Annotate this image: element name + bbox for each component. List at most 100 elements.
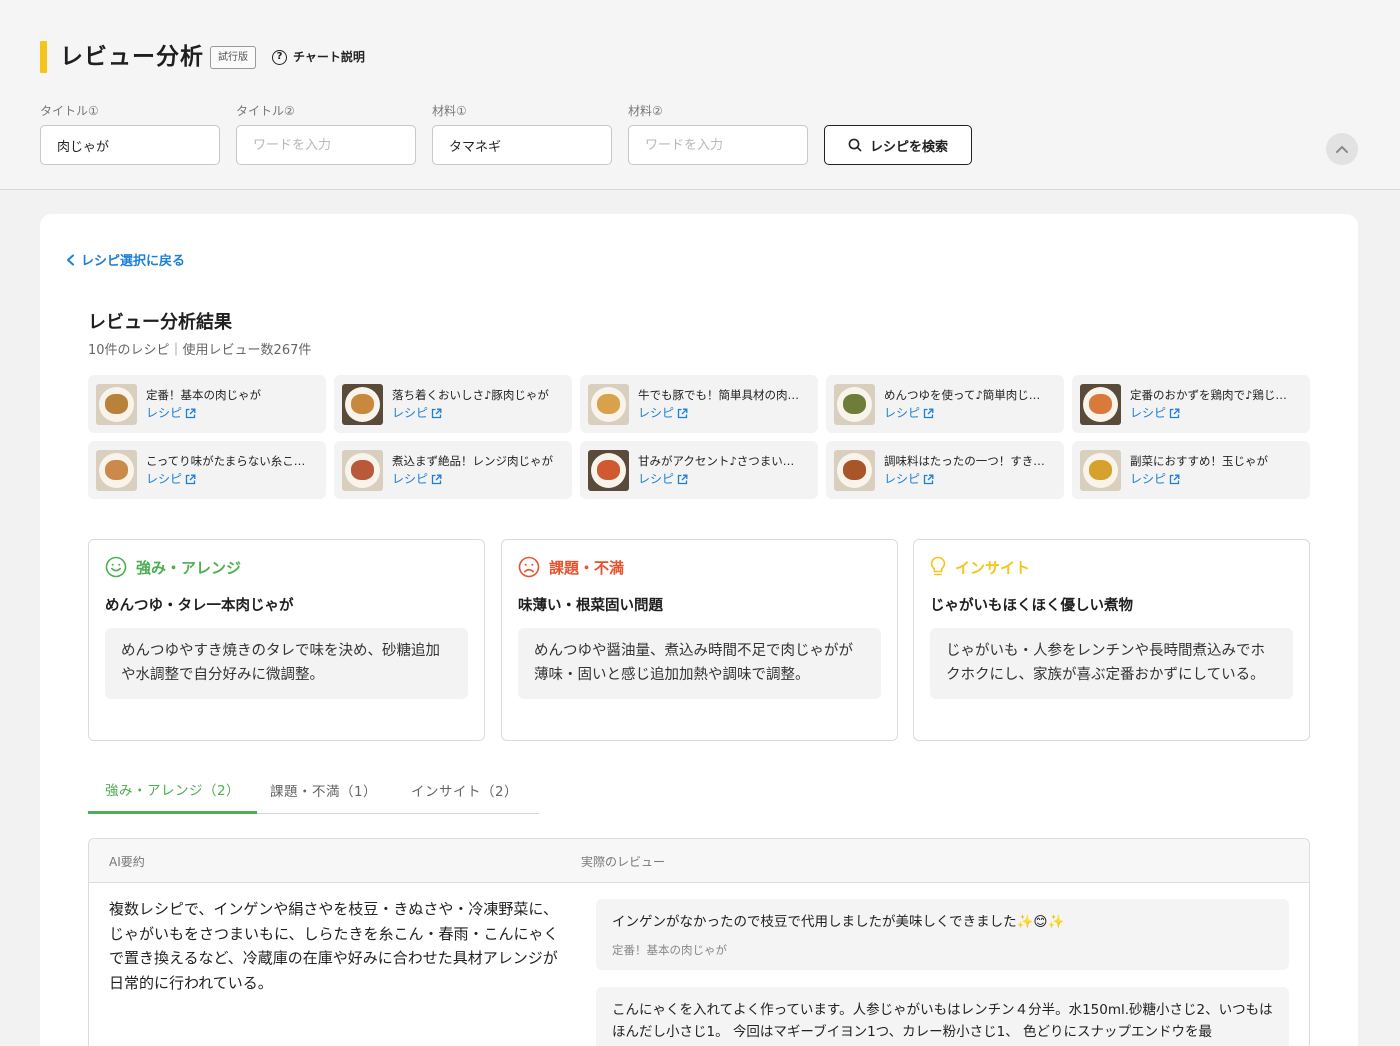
recipe-thumbnail bbox=[342, 383, 383, 425]
recipe-thumbnail bbox=[1080, 383, 1121, 425]
recipe-link-label: レシピ bbox=[884, 405, 921, 420]
recipe-name: 調味料はたったの一つ！すき… bbox=[884, 453, 1045, 468]
insight-title: じゃがいもほくほく優しい煮物 bbox=[930, 598, 1133, 614]
strength-heading: 強み・アレンジ bbox=[105, 556, 241, 578]
external-link-icon bbox=[1169, 474, 1180, 484]
recipe-thumbnail bbox=[834, 383, 875, 425]
page-title: レビュー分析 bbox=[60, 44, 204, 70]
issue-title: 味薄い・根菜固い問題 bbox=[518, 598, 663, 614]
recipe-card: 定番のおかずを鶏肉で♪鶏じ… レシピ bbox=[1072, 375, 1310, 433]
recipe-text: 甘みがアクセント♪さつまい… レシピ bbox=[638, 453, 810, 488]
external-link-icon bbox=[185, 474, 196, 484]
recipe-text: こってり味がたまらない糸こ… レシピ bbox=[146, 453, 318, 488]
recipe-grid: 定番！基本の肉じゃが レシピ 落ち着くおいしさ♪豚肉じゃが レシピ 牛でも豚でも！簡単具… bbox=[88, 375, 1310, 499]
recipe-link[interactable]: レシピ bbox=[1130, 471, 1302, 488]
recipe-card: こってり味がたまらない糸こ… レシピ bbox=[88, 441, 326, 499]
recipe-link-label: レシピ bbox=[392, 471, 429, 486]
back-to-recipe-selection-link[interactable]: レシピ選択に戻る bbox=[66, 250, 185, 269]
recipe-card: 甘みがアクセント♪さつまい… レシピ bbox=[580, 441, 818, 499]
title-accent-bar bbox=[40, 41, 47, 73]
external-link-icon bbox=[1169, 408, 1180, 418]
recipe-link[interactable]: レシピ bbox=[392, 405, 564, 422]
review-item: インゲンがなかったので枝豆で代用しましたが美味しくできました✨😊✨ 定番！基本の… bbox=[596, 899, 1289, 970]
recipe-link[interactable]: レシピ bbox=[146, 471, 318, 488]
recipe-thumbnail bbox=[588, 449, 629, 491]
recipe-text: めんつゆを使って♪簡単肉じ… レシピ bbox=[884, 387, 1056, 422]
external-link-icon bbox=[923, 474, 934, 484]
frown-icon bbox=[518, 556, 540, 578]
ingredient1-label: 材料① bbox=[432, 104, 467, 118]
recipe-text: 定番！基本の肉じゃがレシピ bbox=[146, 387, 318, 422]
recipe-thumbnail bbox=[1080, 449, 1121, 491]
recipe-name: こってり味がたまらない糸こ… bbox=[146, 453, 306, 468]
review-tabs: 強み・アレンジ（2） 課題・不満（1） インサイト（2） bbox=[88, 766, 539, 814]
chevron-up-icon bbox=[1336, 146, 1348, 153]
recipe-card: 副菜におすすめ！玉じゃがレシピ bbox=[1072, 441, 1310, 499]
food-shape bbox=[105, 393, 128, 414]
recipe-link[interactable]: レシピ bbox=[638, 405, 810, 422]
issue-card: 課題・不満 味薄い・根菜固い問題 めんつゆや醤油量、煮込み時間不足で肉じゃがが薄… bbox=[501, 539, 898, 741]
table-header: AI要約 実際のレビュー bbox=[89, 839, 1309, 883]
recipe-link[interactable]: レシピ bbox=[884, 405, 1056, 422]
strength-heading-label: 強み・アレンジ bbox=[136, 558, 242, 577]
collapse-button[interactable] bbox=[1326, 133, 1358, 165]
ingredient2-input[interactable] bbox=[628, 125, 808, 165]
food-shape bbox=[843, 459, 866, 480]
food-shape bbox=[843, 393, 866, 414]
recipe-name: 副菜におすすめ！玉じゃが bbox=[1130, 453, 1268, 468]
back-link-label: レシピ選択に戻る bbox=[81, 254, 186, 269]
recipe-name: 定番！基本の肉じゃが bbox=[146, 387, 261, 402]
search-button-label: レシピを検索 bbox=[869, 139, 948, 155]
recipe-text: 調味料はたったの一つ！すき… レシピ bbox=[884, 453, 1056, 488]
header: レビュー分析 試行版 ? チャート説明 タイトル① タイトル② 材料① 材料② … bbox=[0, 0, 1400, 190]
recipe-name: 落ち着くおいしさ♪豚肉じゃが bbox=[392, 387, 549, 402]
recipe-text: 煮込まず絶品！レンジ肉じゃが レシピ bbox=[392, 453, 564, 488]
recipe-link[interactable]: レシピ bbox=[638, 471, 810, 488]
recipe-link[interactable]: レシピ bbox=[392, 471, 564, 488]
review-item: こんにゃくを入れてよく作っています。人参じゃがいもはレンチン４分半。水150ml… bbox=[596, 987, 1289, 1046]
food-shape bbox=[1089, 393, 1112, 414]
recipe-link-label: レシピ bbox=[884, 471, 921, 486]
external-link-icon bbox=[677, 408, 688, 418]
title2-label: タイトル② bbox=[236, 104, 295, 118]
recipe-card: めんつゆを使って♪簡単肉じ… レシピ bbox=[826, 375, 1064, 433]
ai-summary-text: 複数レシピで、インゲンや絹さやを枝豆・きぬさや・冷凍野菜に、じゃがいもをさつまい… bbox=[109, 900, 559, 992]
recipe-name: 定番のおかずを鶏肉で♪鶏じ… bbox=[1130, 387, 1287, 402]
title1-input[interactable] bbox=[40, 125, 220, 165]
chart-help-link[interactable]: ? チャート説明 bbox=[272, 48, 365, 66]
recipe-link-label: レシピ bbox=[392, 405, 429, 420]
tab-strength[interactable]: 強み・アレンジ（2） bbox=[88, 766, 257, 814]
recipe-thumbnail bbox=[96, 383, 137, 425]
recipe-name: めんつゆを使って♪簡単肉じ… bbox=[884, 387, 1041, 402]
main-card: レシピ選択に戻る レビュー分析結果 10件のレシピ｜使用レビュー数267件 定番… bbox=[40, 214, 1358, 1046]
recipe-link[interactable]: レシピ bbox=[884, 471, 1056, 488]
review-text: こんにゃくを入れてよく作っています。人参じゃがいもはレンチン４分半。水150ml… bbox=[612, 1002, 1273, 1040]
result-title: レビュー分析結果 bbox=[88, 312, 232, 333]
insight-heading-label: インサイト bbox=[955, 558, 1031, 577]
title2-input[interactable] bbox=[236, 125, 416, 165]
external-link-icon bbox=[923, 408, 934, 418]
food-shape bbox=[1089, 459, 1112, 480]
search-icon bbox=[848, 138, 862, 152]
recipe-name: 煮込まず絶品！レンジ肉じゃが bbox=[392, 453, 553, 468]
recipe-name: 甘みがアクセント♪さつまい… bbox=[638, 453, 795, 468]
recipe-link[interactable]: レシピ bbox=[1130, 405, 1302, 422]
strength-body: めんつゆやすき焼きのタレで味を決め、砂糖追加や水調整で自分好みに微調整。 bbox=[105, 628, 468, 699]
search-recipe-button[interactable]: レシピを検索 bbox=[824, 125, 972, 165]
recipe-thumbnail bbox=[588, 383, 629, 425]
recipe-text: 落ち着くおいしさ♪豚肉じゃが レシピ bbox=[392, 387, 564, 422]
recipe-link-label: レシピ bbox=[1130, 405, 1167, 420]
smile-icon bbox=[105, 556, 127, 578]
tab-issue[interactable]: 課題・不満（1） bbox=[257, 766, 390, 814]
external-link-icon bbox=[431, 474, 442, 484]
tab-insight[interactable]: インサイト（2） bbox=[390, 766, 539, 814]
chevron-left-icon bbox=[67, 254, 74, 265]
lightbulb-icon bbox=[930, 556, 946, 576]
strength-title: めんつゆ・タレ一本肉じゃが bbox=[105, 598, 294, 614]
recipe-card: 牛でも豚でも！簡単具材の肉… レシピ bbox=[580, 375, 818, 433]
recipe-thumbnail bbox=[342, 449, 383, 491]
recipe-link[interactable]: レシピ bbox=[146, 405, 318, 422]
recipe-link-label: レシピ bbox=[638, 471, 675, 486]
ingredient1-input[interactable] bbox=[432, 125, 612, 165]
external-link-icon bbox=[677, 474, 688, 484]
